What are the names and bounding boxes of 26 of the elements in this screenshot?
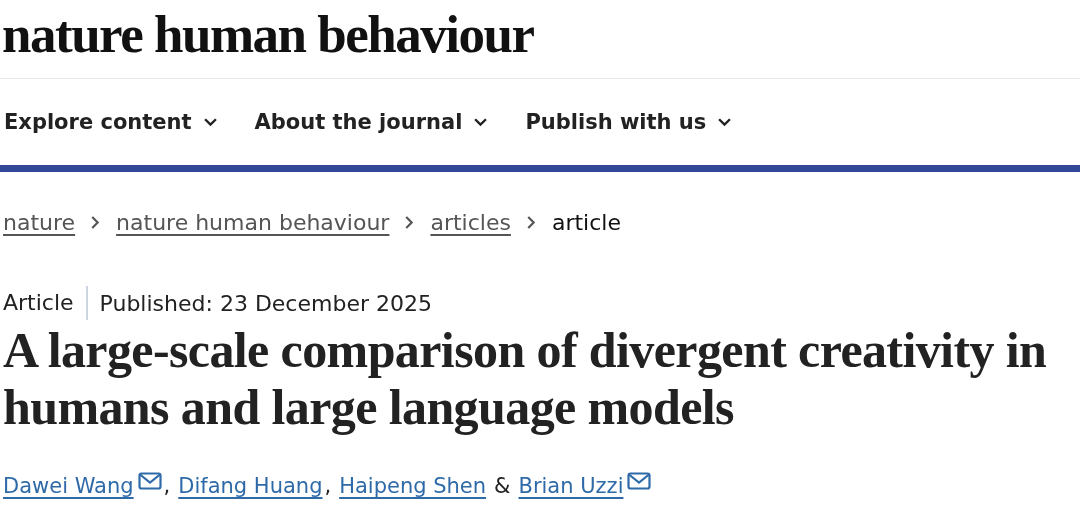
author-link[interactable]: Brian Uzzi	[518, 474, 624, 498]
breadcrumb-current: article	[551, 209, 621, 235]
author-link[interactable]: Haipeng Shen	[339, 474, 487, 498]
chevron-right-icon	[91, 215, 101, 229]
chevron-down-icon	[203, 117, 217, 127]
chevron-down-icon	[718, 117, 732, 127]
author-separator: ,	[324, 474, 332, 498]
journal-logo[interactable]: nature human behaviour	[0, 0, 534, 78]
published-date: Published: 23 December 2025	[98, 290, 432, 316]
article-type: Article	[3, 286, 88, 320]
envelope-icon[interactable]	[137, 472, 162, 490]
author-link[interactable]: Dawei Wang	[3, 474, 134, 498]
breadcrumb-link[interactable]: nature human behaviour	[116, 209, 390, 235]
nav-menu-button[interactable]: Explore content	[4, 110, 217, 134]
chevron-down-icon	[474, 117, 488, 127]
chevron-right-icon	[405, 215, 415, 229]
nav-menu-button[interactable]: About the journal	[254, 110, 488, 134]
author-separator: &	[494, 474, 511, 498]
envelope-icon[interactable]	[627, 472, 652, 490]
breadcrumb-link[interactable]: articles	[430, 209, 511, 235]
nav-menu-button[interactable]: Publish with us	[525, 110, 732, 134]
author-separator: ,	[163, 474, 171, 498]
chevron-right-icon	[526, 215, 536, 229]
article-title: A large-scale comparison of divergent creativity in humans and large language models	[3, 322, 1048, 436]
author-link[interactable]: Difang Huang	[178, 474, 323, 498]
breadcrumb-link[interactable]: nature	[3, 209, 76, 235]
